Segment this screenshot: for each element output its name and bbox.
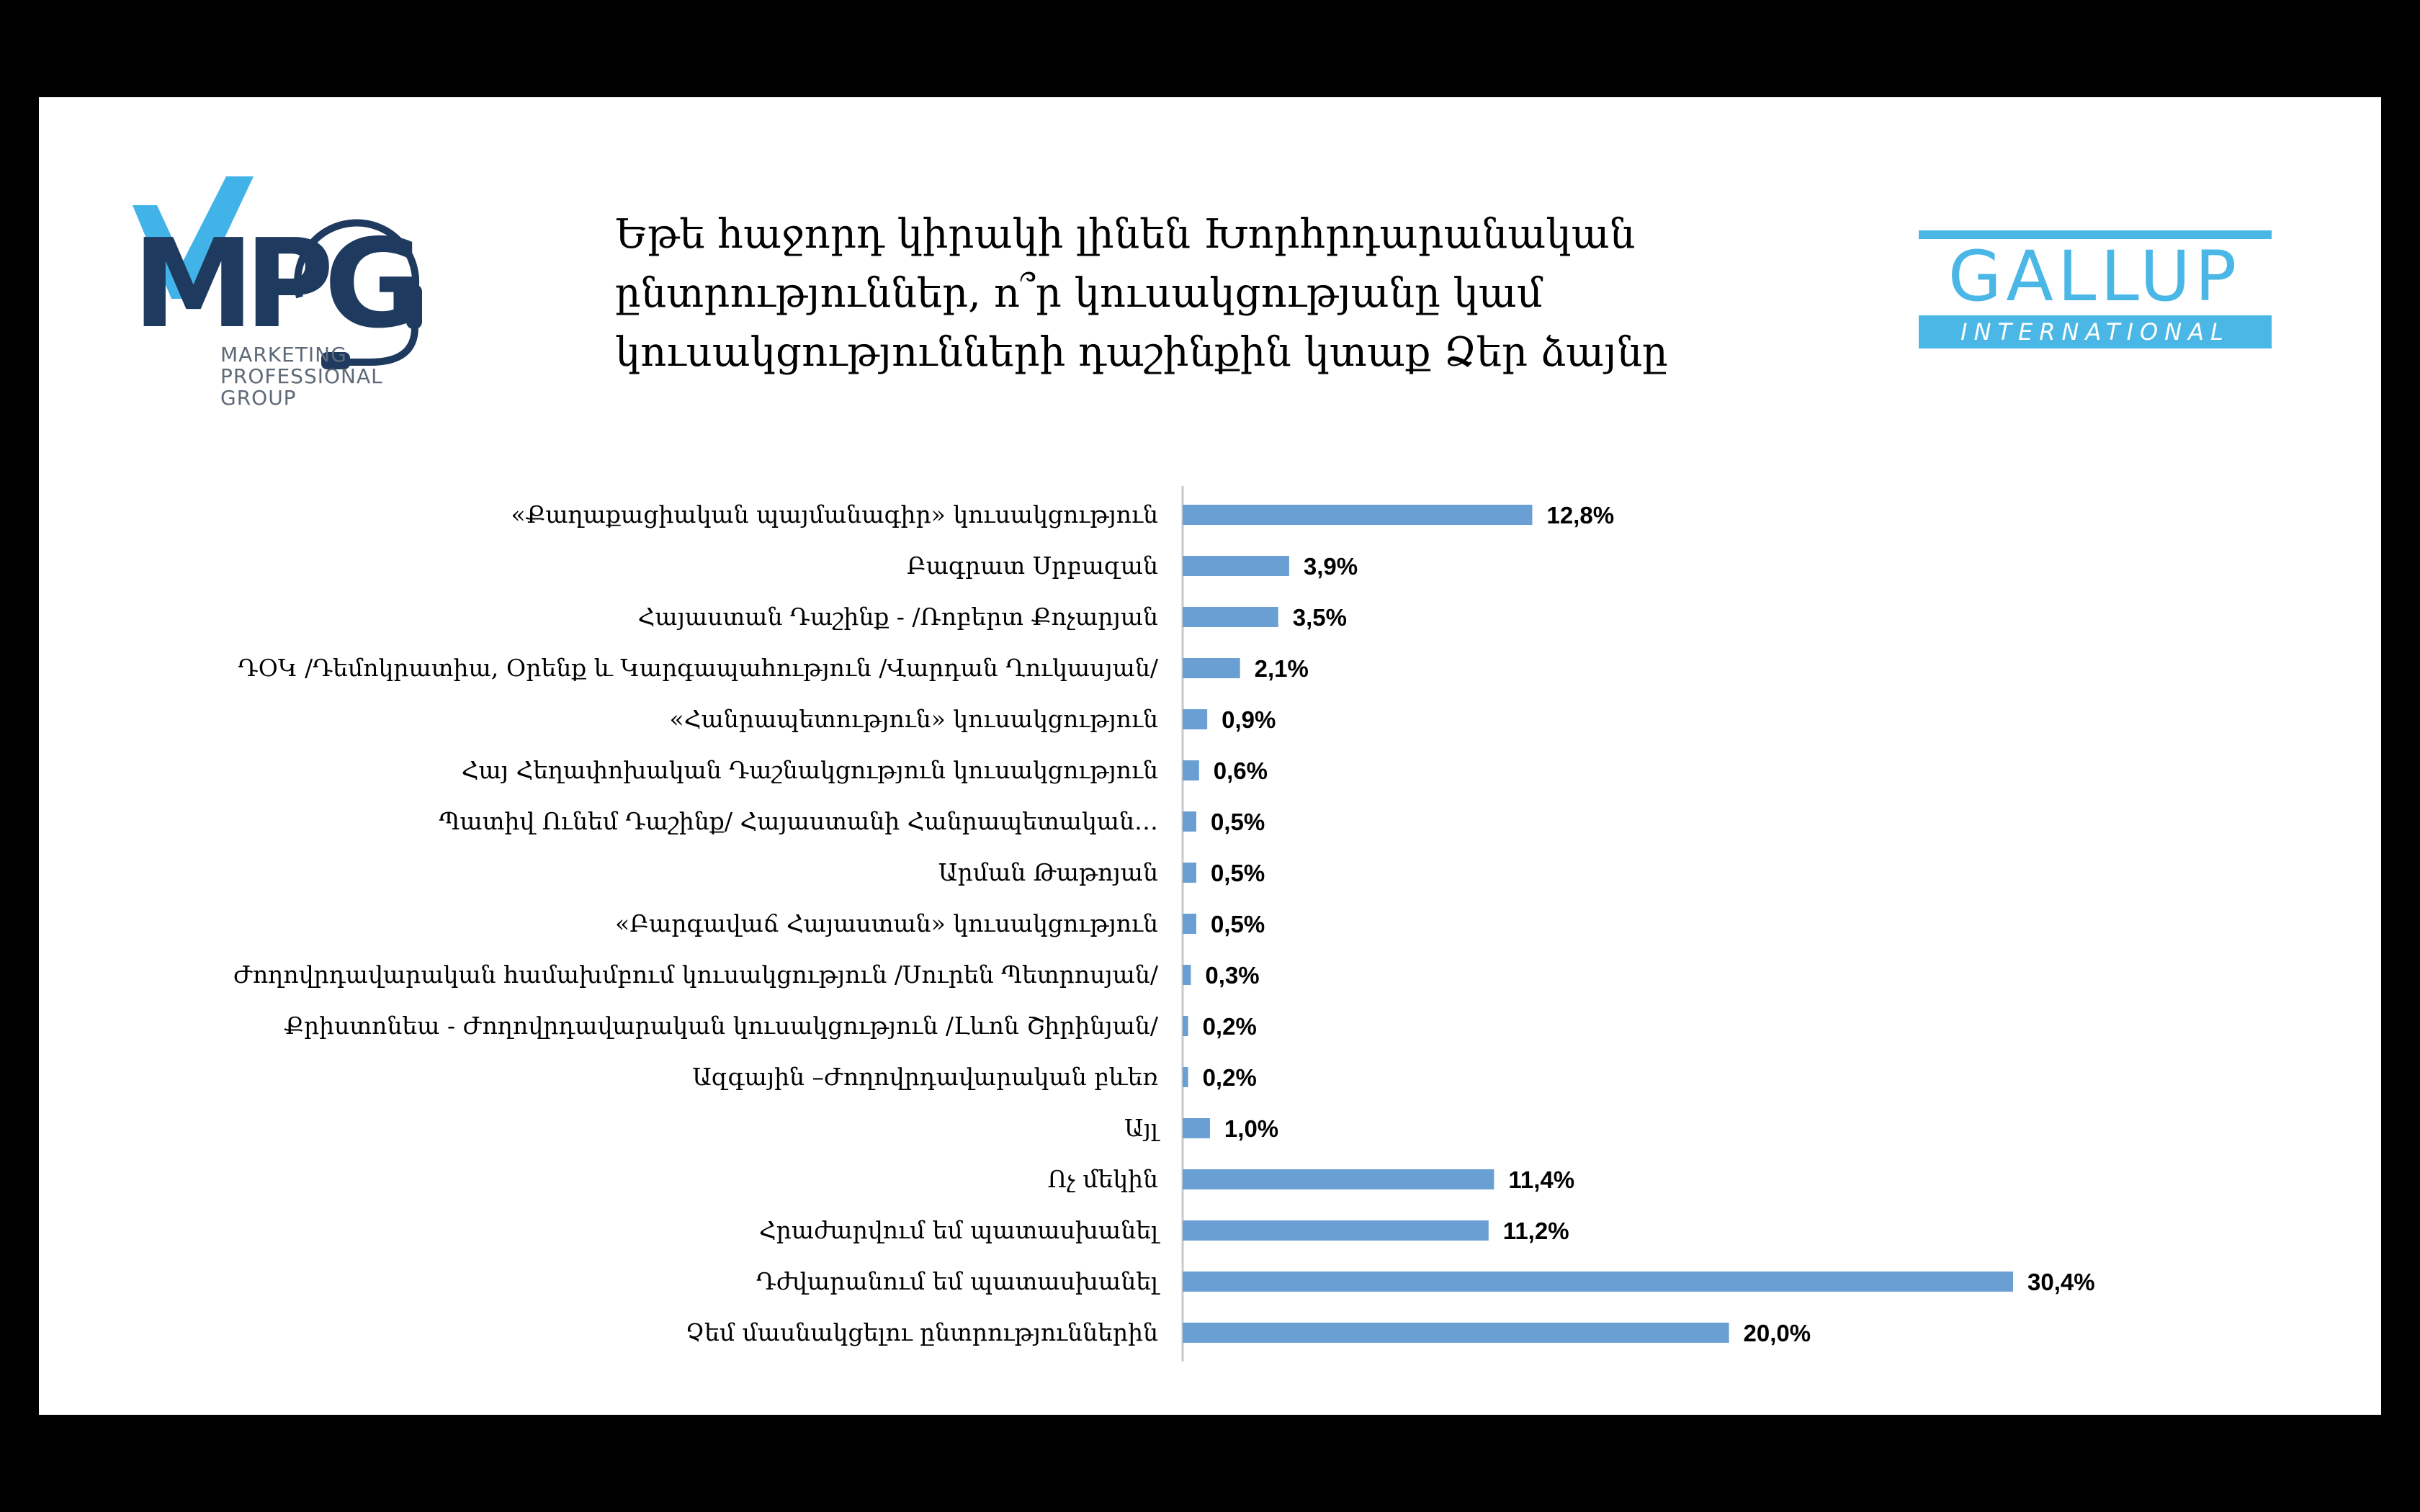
data-label: 0,5%: [1211, 860, 1265, 886]
category-label: «Քաղաքացիական պայմանագիր» կուսակցություն: [511, 500, 1158, 528]
data-label: 0,2%: [1203, 1064, 1257, 1091]
category-label: Ժողովրդավարական համախմբում կուսակցությու…: [233, 960, 1159, 989]
bar: [1183, 556, 1289, 576]
data-label: 3,5%: [1293, 604, 1347, 631]
data-label: 1,0%: [1224, 1115, 1278, 1142]
category-label: Քրիստոնեա - Ժողովրդավարական կուսակցությո…: [284, 1012, 1159, 1040]
data-label: 11,2%: [1503, 1218, 1569, 1244]
data-label: 12,8%: [1546, 502, 1614, 528]
data-label: 2,1%: [1255, 655, 1309, 682]
category-label: Հայաստան Դաշինք - /Ռոբերտ Քոչարյան: [638, 603, 1158, 631]
category-label: Ազգային –Ժողովրդավարական բևեռ: [692, 1063, 1158, 1091]
data-label: 11,4%: [1508, 1166, 1574, 1193]
bar: [1183, 1323, 1729, 1343]
bar: [1183, 965, 1191, 985]
bar: [1183, 811, 1196, 832]
bar: [1183, 1118, 1210, 1138]
category-label: Չեմ մասնակցելու ընտրություններին: [686, 1318, 1158, 1346]
category-label: Հայ Հեղափոխական Դաշնակցություն կուսակցու…: [462, 756, 1158, 784]
data-label: 0,3%: [1205, 962, 1259, 989]
data-label: 20,0%: [1744, 1320, 1811, 1346]
bar: [1183, 658, 1240, 678]
category-label: «Բարգավաճ Հայաստան» կուսակցություն: [615, 909, 1158, 937]
category-label: ԴՕԿ /Դեմոկրատիա, Օրենք և Կարգապահություն…: [238, 654, 1159, 682]
category-label: Հրաժարվում եմ պատասխանել: [759, 1216, 1160, 1244]
bar: [1183, 914, 1196, 934]
bar: [1183, 1169, 1494, 1189]
slide: MPG MARKETING PROFESSIONAL GROUP Եթե հաջ…: [39, 97, 2381, 1415]
category-label: Բագրատ Սրբազան: [907, 552, 1158, 580]
bar: [1183, 760, 1199, 780]
category-label: Արման Թաթոյան: [938, 858, 1158, 886]
bar: [1183, 505, 1533, 525]
category-label: Դժվարանում եմ պատասխանել: [756, 1267, 1160, 1295]
data-label: 3,9%: [1304, 553, 1358, 580]
category-label: Այլ: [1124, 1114, 1160, 1142]
bar: [1183, 1272, 2013, 1292]
data-label: 0,2%: [1203, 1013, 1257, 1040]
bar: [1183, 1016, 1188, 1036]
category-label: Պատիվ Ունեմ Դաշինք/ Հայաստանի Հանրապետակ…: [439, 807, 1158, 835]
bar: [1183, 1220, 1489, 1241]
bar: [1183, 709, 1208, 729]
data-label: 0,5%: [1211, 809, 1265, 835]
bar: [1183, 607, 1278, 627]
data-label: 30,4%: [2027, 1269, 2095, 1295]
bar: [1183, 1067, 1188, 1087]
data-label: 0,6%: [1214, 757, 1268, 784]
bar: [1183, 863, 1196, 883]
category-label: Ոչ մեկին: [1047, 1165, 1158, 1193]
data-label: 0,9%: [1222, 706, 1276, 733]
category-label: «Հանրապետություն» կուսակցություն: [670, 705, 1158, 733]
bar-chart: «Քաղաքացիական պայմանագիր» կուսակցություն…: [233, 486, 2095, 1362]
data-label: 0,5%: [1211, 911, 1265, 937]
